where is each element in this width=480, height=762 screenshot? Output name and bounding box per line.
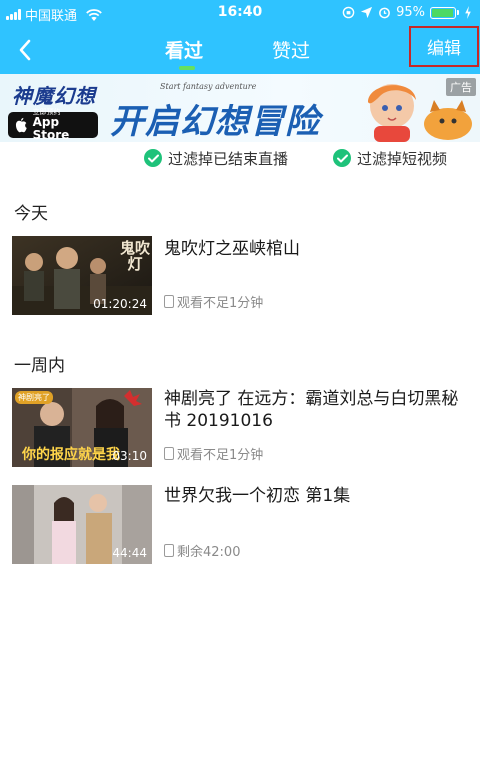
- filter-label: 过滤掉短视频: [357, 149, 448, 168]
- video-duration: 44:44: [112, 546, 147, 560]
- ad-game-logo: 神魔幻想: [12, 84, 96, 108]
- history-item[interactable]: 神剧亮了 你的报应就是我 03:10 神剧亮了 在远方：霸道刘总与白切黑秘书 2…: [12, 388, 468, 468]
- ad-headline: 开启幻想冒险: [110, 102, 320, 142]
- watch-progress-text: 观看不足1分钟: [177, 448, 264, 463]
- video-title[interactable]: 世界欠我一个初恋 第1集: [164, 485, 464, 507]
- watch-progress: 观看不足1分钟: [164, 292, 263, 311]
- ad-label: 广告: [446, 78, 476, 96]
- orientation-lock-icon: [342, 6, 355, 19]
- battery-percent: 95%: [396, 5, 425, 20]
- check-circle-icon: [333, 149, 351, 167]
- check-circle-icon: [144, 149, 162, 167]
- phone-icon: [164, 447, 174, 460]
- history-item[interactable]: 44:44 世界欠我一个初恋 第1集 剩余42:00: [12, 485, 468, 565]
- battery-icon: [430, 6, 459, 19]
- location-icon: [361, 6, 373, 19]
- chevron-left-icon: [19, 39, 31, 61]
- header: 中国联通 16:40 95% 看过 赞过 编辑: [0, 0, 480, 74]
- video-thumbnail[interactable]: 44:44: [12, 485, 152, 564]
- status-right: 95%: [342, 5, 472, 20]
- watch-progress-text: 剩余42:00: [177, 545, 241, 560]
- status-bar: 中国联通 16:40 95%: [0, 0, 480, 26]
- thumbnail-badge: 神剧亮了: [15, 391, 53, 404]
- filter-label: 过滤掉已结束直播: [168, 149, 289, 168]
- video-duration: 03:10: [112, 449, 147, 463]
- apple-icon: [15, 117, 27, 132]
- phone-icon: [164, 295, 174, 308]
- alarm-icon: [379, 7, 390, 19]
- tab-watched[interactable]: 看过: [165, 36, 203, 63]
- filter-ended-live[interactable]: 过滤掉已结束直播: [144, 148, 288, 168]
- filter-short-video[interactable]: 过滤掉短视频: [333, 148, 447, 168]
- section-title-today: 今天: [14, 204, 48, 224]
- appstore-label: App Store: [32, 115, 70, 142]
- edit-button[interactable]: 编辑: [409, 26, 479, 67]
- phone-icon: [164, 544, 174, 557]
- video-title[interactable]: 鬼吹灯之巫峡棺山: [164, 238, 464, 260]
- watch-progress-text: 观看不足1分钟: [177, 296, 264, 311]
- ad-tagline: Start fantasy adventure: [160, 82, 257, 91]
- tab-liked[interactable]: 赞过: [272, 36, 310, 63]
- thumbnail-caption: 鬼吹灯: [120, 239, 151, 273]
- video-thumbnail[interactable]: 鬼吹灯 01:20:24: [12, 236, 152, 315]
- thumbnail-caption: 你的报应就是我: [22, 447, 120, 463]
- charging-icon: [465, 6, 471, 19]
- active-tab-indicator: [179, 66, 195, 70]
- history-item[interactable]: 鬼吹灯 01:20:24 鬼吹灯之巫峡棺山 观看不足1分钟: [12, 236, 468, 316]
- video-duration: 01:20:24: [93, 297, 147, 311]
- watch-progress: 观看不足1分钟: [164, 444, 263, 463]
- section-title-week: 一周内: [14, 356, 65, 376]
- nav-bar: 看过 赞过 编辑: [0, 26, 480, 74]
- video-thumbnail[interactable]: 神剧亮了 你的报应就是我 03:10: [12, 388, 152, 467]
- watch-progress: 剩余42:00: [164, 541, 240, 560]
- back-button[interactable]: [10, 34, 40, 66]
- appstore-badge[interactable]: 立即预约 App Store: [8, 108, 98, 142]
- video-title[interactable]: 神剧亮了 在远方：霸道刘总与白切黑秘书 20191016: [164, 388, 464, 432]
- ad-banner[interactable]: 神魔幻想 立即预约 App Store Start fantasy advent…: [0, 74, 480, 142]
